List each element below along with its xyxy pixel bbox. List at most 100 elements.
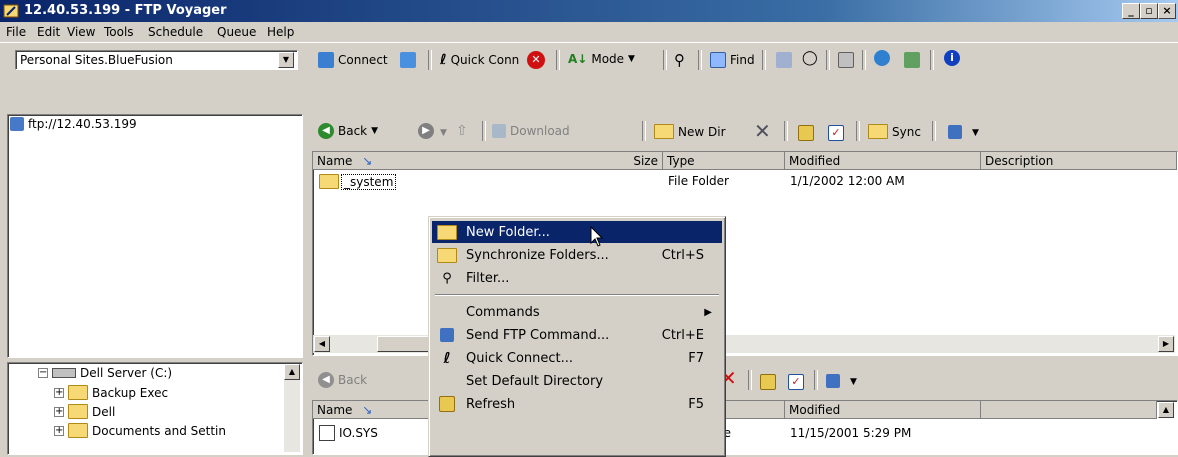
menu-edit[interactable]: Edit [37,25,60,39]
tree-item-backup[interactable]: + Backup Exec [54,385,168,400]
new-folder-icon [436,224,458,240]
new-dir-button[interactable]: New Dir [654,124,726,139]
menu-help[interactable]: Help [267,25,294,39]
view-icon[interactable] [948,125,962,139]
expand-icon[interactable]: + [54,425,64,436]
menu-item-set-default-directory[interactable]: Set Default Directory [432,370,722,392]
connect-icon [318,52,334,68]
up-folder-icon[interactable]: ⇧ [456,123,468,139]
menu-item-synchronize[interactable]: Synchronize Folders... Ctrl+S [432,244,722,266]
menu-file[interactable]: File [6,25,26,39]
column-header-size[interactable]: Size [618,152,663,170]
file-name: IO.SYS [339,426,378,440]
menu-item-label: Refresh [466,396,516,412]
filter-icon[interactable]: ⚲ [674,51,685,69]
find-icon [710,52,726,68]
local-back-button[interactable]: ◀ Back [318,372,367,388]
tree-item-dell[interactable]: + Dell [54,404,115,419]
chevron-down-icon[interactable]: ▼ [440,128,447,138]
view-icon[interactable] [826,374,840,388]
sync-folder-icon [868,124,888,139]
schedule-icon[interactable] [838,52,854,68]
delete-icon[interactable]: ✕ [754,119,771,143]
separator [826,50,830,70]
title-bar: 12.40.53.199 - FTP Voyager _ ▫ × [0,0,1178,22]
find-button[interactable]: Find [710,52,755,68]
cursor-icon [590,226,604,247]
disconnect-icon[interactable] [400,52,416,68]
quick-connect-button[interactable]: ℓ Quick Conn [440,52,519,68]
table-row[interactable]: _system File Folder 1/1/2002 12:00 AM [315,172,1175,190]
menu-item-shortcut: F7 [688,350,704,366]
scroll-up-button[interactable]: ▲ [284,364,300,380]
chevron-down-icon[interactable]: ▼ [850,377,857,387]
download-icon [492,124,506,138]
sort-icon: ↘ [362,403,373,417]
stop-icon[interactable]: ✕ [527,51,545,69]
chevron-down-icon: ▼ [371,126,379,136]
vertical-scrollbar[interactable]: ▲ [284,364,300,452]
check-icon[interactable]: ✓ [788,374,804,390]
eraser-icon[interactable]: ◯ [802,50,818,66]
column-header-description[interactable]: Description [981,152,1177,170]
column-header-modified[interactable]: Modified [785,401,981,419]
menu-queue[interactable]: Queue [217,25,256,39]
tree-item-drive[interactable]: − Dell Server (C:) [38,366,172,380]
separator [856,121,860,141]
mode-label: Mode [591,52,625,66]
close-button[interactable]: × [1158,3,1176,19]
menu-view[interactable]: View [67,25,95,39]
globe-icon[interactable] [874,50,890,66]
menu-item-quick-connect[interactable]: ℓ Quick Connect... F7 [432,347,722,369]
refresh-icon[interactable] [798,125,814,141]
menu-item-label: Set Default Directory [466,373,604,389]
window-title: 12.40.53.199 - FTP Voyager [24,3,227,18]
file-modified: 1/1/2002 12:00 AM [790,174,905,188]
menu-item-shortcut: Ctrl+E [661,327,704,343]
maximize-button[interactable]: ▫ [1140,3,1158,19]
column-header-name[interactable]: Name ↘ [313,152,661,170]
minimize-button[interactable]: _ [1122,3,1140,19]
sync-button[interactable]: Sync [868,124,921,139]
column-header-type[interactable]: Type [663,152,785,170]
check-icon[interactable]: ✓ [828,125,844,141]
connect-button[interactable]: Connect [318,52,388,68]
menu-separator [435,294,719,296]
scroll-right-button[interactable]: ▶ [1158,336,1174,352]
scroll-up-button[interactable]: ▲ [1158,402,1174,418]
connect-label: Connect [338,53,388,67]
column-header-blank[interactable] [981,401,1157,419]
download-button[interactable]: Download [492,124,570,138]
mode-button[interactable]: A↓ Mode ▼ [568,52,635,66]
info-icon[interactable]: i [944,50,960,66]
separator [930,50,934,70]
expand-icon[interactable]: + [54,406,64,417]
chevron-down-icon: ▼ [628,54,635,64]
submenu-arrow-icon: ▶ [704,306,712,318]
menu-item-new-folder[interactable]: New Folder... [432,221,722,243]
expand-icon[interactable]: + [54,387,64,398]
tree-item-documents[interactable]: + Documents and Settin [54,423,226,438]
file-modified: 11/15/2001 5:29 PM [790,426,912,440]
separator [482,121,486,141]
menu-schedule[interactable]: Schedule [148,25,203,39]
site-select[interactable]: Personal Sites.BlueFusion ▼ [15,50,298,70]
menu-item-filter[interactable]: ⚲ Filter... [432,267,722,289]
remote-toolbar: ◀ Back ▼ ▶ ▼ ⇧ Download New Dir ✕ ✓ Sync… [312,115,1178,151]
refresh-icon[interactable] [760,374,776,390]
menu-item-commands[interactable]: Commands ▶ [432,301,722,323]
collapse-icon[interactable]: − [38,368,48,378]
remote-tree-item[interactable]: ftp://12.40.53.199 [10,117,137,131]
menu-item-send-ftp-command[interactable]: Send FTP Command... Ctrl+E [432,324,722,346]
back-button[interactable]: ◀ Back ▼ [318,123,378,139]
chevron-down-icon[interactable]: ▼ [972,128,979,138]
site-select-arrow[interactable]: ▼ [278,52,294,68]
forward-icon[interactable]: ▶ [418,123,434,139]
menu-tools[interactable]: Tools [104,25,134,39]
column-header-modified[interactable]: Modified [785,152,981,170]
menu-item-refresh[interactable]: Refresh F5 [432,393,722,415]
separator [698,50,702,70]
properties-icon[interactable] [776,52,792,68]
site-manager-icon[interactable] [904,52,920,68]
scroll-left-button[interactable]: ◀ [314,336,330,352]
